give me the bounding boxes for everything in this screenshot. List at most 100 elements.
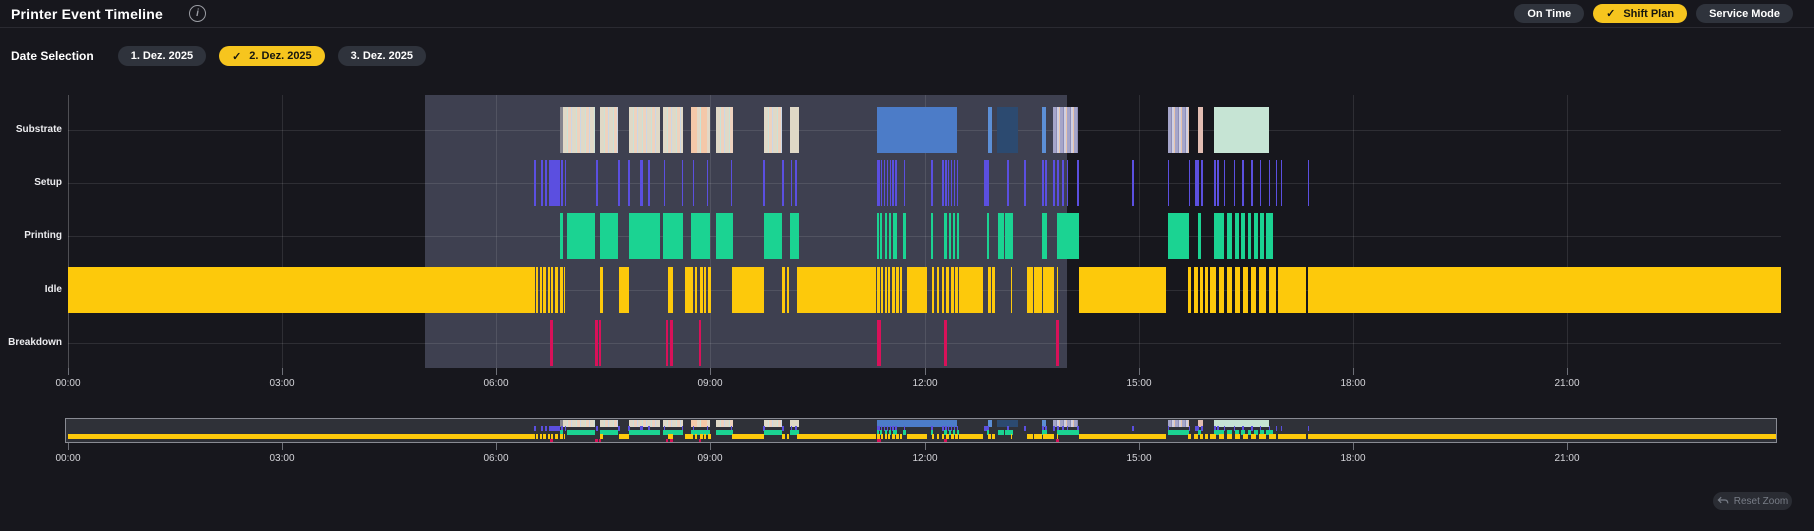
timeline-segment-substrate	[629, 107, 661, 153]
navigator-segment-setup	[1280, 426, 1283, 431]
navigator-segment-substrate	[562, 420, 596, 427]
navigator-segment-idle	[703, 434, 707, 439]
x-axis-tick-label: 18:00	[1340, 378, 1366, 389]
timeline-segment-setup	[1045, 160, 1047, 206]
timeline-segment-setup	[1268, 160, 1270, 206]
timeline-segment-printing	[876, 213, 879, 259]
timeline-navigator[interactable]	[65, 418, 1777, 443]
timeline-segment-idle	[1307, 267, 1781, 313]
timeline-segment-breakdown	[599, 320, 602, 366]
timeline-segment-setup	[1042, 160, 1044, 206]
timeline-segment-setup	[1062, 160, 1064, 206]
timeline-segment-setup	[618, 160, 621, 206]
navigator-segment-idle	[536, 434, 539, 439]
timeline-segment-idle	[888, 267, 891, 313]
timeline-segment-printing	[1227, 213, 1233, 259]
timeline-segment-idle	[694, 267, 697, 313]
timeline-segment-setup	[561, 160, 563, 206]
x-axis-tick-label: 15:00	[1126, 378, 1152, 389]
timeline-segment-idle	[907, 267, 928, 313]
timeline-segment-printing	[691, 213, 711, 259]
navigator-segment-setup	[549, 426, 560, 431]
navigator-segment-idle	[1268, 434, 1277, 439]
navigator-segment-idle	[539, 434, 542, 439]
timeline-segment-idle	[1034, 267, 1042, 313]
navigator-axis-tick	[496, 443, 497, 450]
reset-zoom-button[interactable]: Reset Zoom	[1713, 492, 1792, 510]
navigator-segment-idle	[560, 434, 563, 439]
timeline-segment-setup	[1307, 160, 1310, 206]
timeline-segment-setup	[681, 160, 684, 206]
timeline-segment-printing	[599, 213, 618, 259]
navigator-segment-idle	[1210, 434, 1216, 439]
navigator-segment-idle	[1027, 434, 1033, 439]
timeline-segment-idle	[1027, 267, 1033, 313]
navigator-segment-idle	[547, 434, 550, 439]
timeline-segment-substrate	[662, 107, 684, 153]
x-axis-tick	[1353, 368, 1354, 375]
timeline-segment-printing	[1266, 213, 1273, 259]
x-axis-tick-label: 00:00	[55, 378, 81, 389]
navigator-segment-printing	[1167, 430, 1189, 435]
navigator-segment-idle	[685, 434, 694, 439]
timeline-segment-printing	[1247, 213, 1252, 259]
x-axis-tick	[1139, 368, 1140, 375]
navigator-segment-breakdown	[698, 439, 702, 442]
navigator-segment-substrate	[662, 420, 684, 427]
timeline-segment-setup	[942, 160, 944, 206]
navigator-segment-idle	[543, 434, 547, 439]
navigator-segment-idle	[1034, 434, 1042, 439]
timeline-segment-idle	[564, 267, 566, 313]
navigator-axis-tick	[1353, 443, 1354, 450]
timeline-segment-setup	[1217, 160, 1219, 206]
timeline-segment-idle	[988, 267, 991, 313]
timeline-segment-breakdown	[876, 320, 881, 366]
timeline-segment-idle	[551, 267, 554, 313]
timeline-segment-setup	[1077, 160, 1079, 206]
timeline-segment-printing	[948, 213, 951, 259]
timeline-segment-idle	[1250, 267, 1256, 313]
timeline-segment-setup	[1201, 160, 1203, 206]
navigator-segment-printing	[629, 430, 661, 435]
timeline-segment-idle	[1218, 267, 1225, 313]
navigator-segment-idle	[1200, 434, 1203, 439]
timeline-segment-printing	[888, 213, 891, 259]
timeline-segment-idle	[619, 267, 629, 313]
timeline-segment-idle	[1268, 267, 1277, 313]
timeline-segment-breakdown	[666, 320, 669, 366]
timeline-segment-printing	[1057, 213, 1079, 259]
timeline-segment-printing	[566, 213, 596, 259]
timeline-segment-printing	[1042, 213, 1047, 259]
timeline-segment-printing	[957, 213, 960, 259]
row-label-printing: Printing	[24, 230, 62, 241]
timeline-segment-setup	[950, 160, 953, 206]
navigator-segment-breakdown	[943, 439, 947, 442]
timeline-segment-idle	[1258, 267, 1266, 313]
x-axis-tick	[496, 368, 497, 375]
navigator-axis-tick-label: 09:00	[697, 453, 723, 464]
x-axis-tick-label: 06:00	[483, 378, 509, 389]
navigator-segment-idle	[554, 434, 558, 439]
navigator-segment-idle	[1010, 434, 1013, 439]
navigator-segment-setup	[534, 426, 537, 431]
navigator-segment-breakdown	[876, 439, 881, 442]
timeline-segment-setup	[1188, 160, 1190, 206]
row-label-setup: Setup	[34, 177, 62, 188]
timeline-segment-printing	[903, 213, 906, 259]
navigator-segment-idle	[992, 434, 996, 439]
timeline-segment-substrate	[1197, 107, 1203, 153]
timeline-segment-idle	[877, 267, 880, 313]
timeline-segment-setup	[886, 160, 889, 206]
timeline-segment-idle	[1227, 267, 1233, 313]
timeline-segment-printing	[716, 213, 734, 259]
timeline-segment-setup	[956, 160, 959, 206]
timeline-segment-substrate	[988, 107, 992, 153]
navigator-segment-idle	[891, 434, 895, 439]
x-axis-tick-label: 21:00	[1554, 378, 1580, 389]
timeline-segment-idle	[1042, 267, 1055, 313]
timeline-segment-setup	[903, 160, 906, 206]
timeline-segment-idle	[959, 267, 984, 313]
timeline-segment-idle	[668, 267, 674, 313]
timeline-segment-setup	[1066, 160, 1068, 206]
timeline-segment-setup	[692, 160, 694, 206]
